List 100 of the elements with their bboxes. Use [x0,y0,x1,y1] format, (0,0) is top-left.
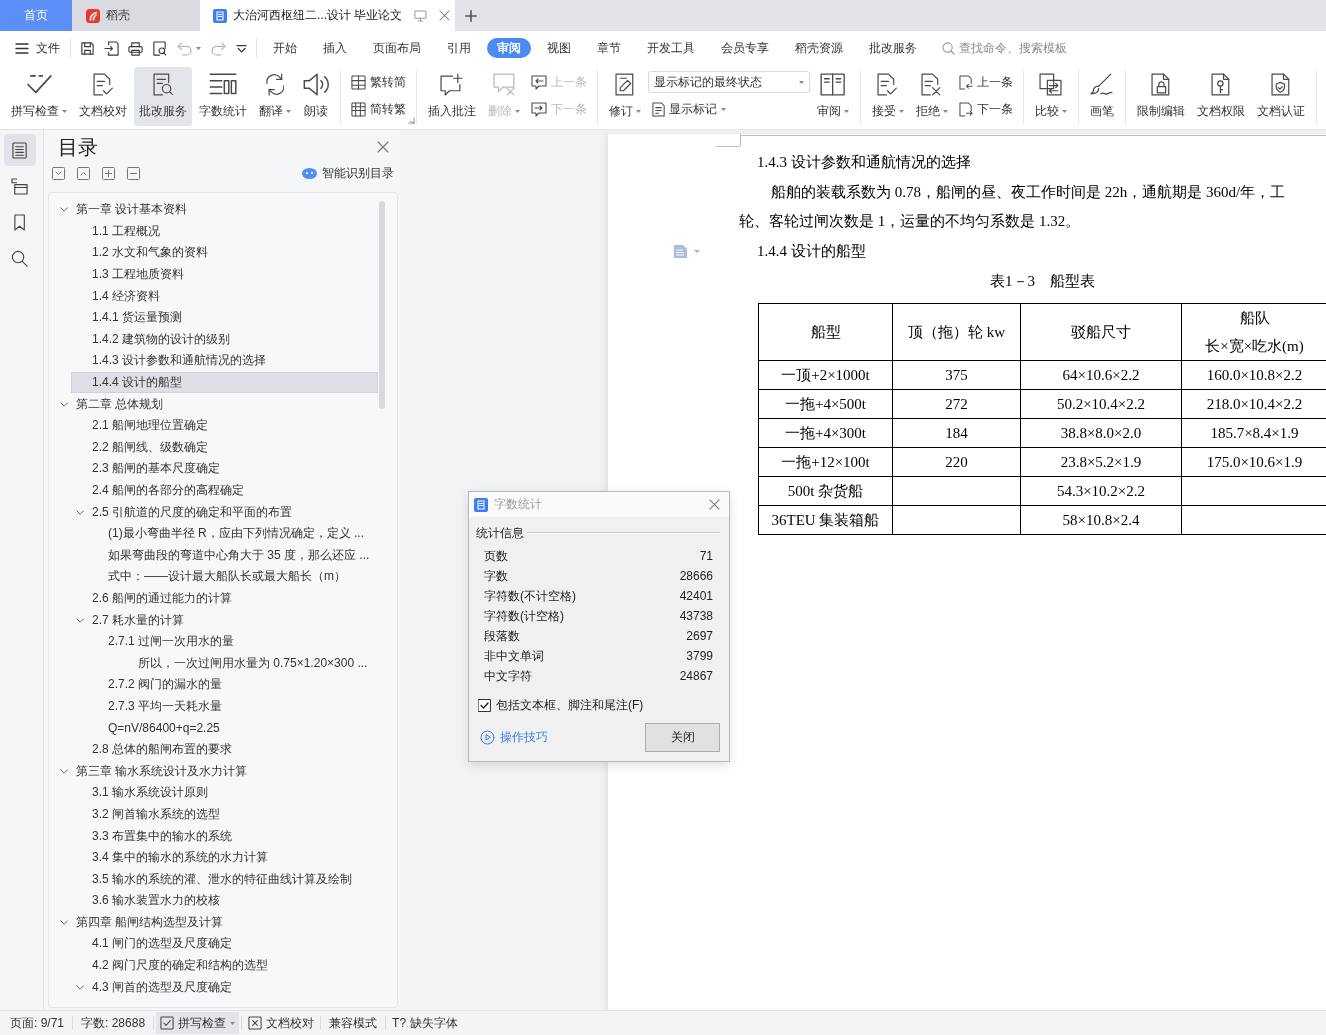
print-icon[interactable] [128,40,143,56]
menu-tab[interactable]: 开发工具 [637,38,706,58]
toolbar-button[interactable]: 画笔 [1084,67,1119,126]
toc-item[interactable]: 2.7.1 过闸一次用水的量 [87,630,378,653]
toolbar-button[interactable]: 字数统计 [194,67,252,126]
toc-item[interactable]: 3.4 集中的输水的系统的水力计算 [71,846,378,869]
menu-tab[interactable]: 页面布局 [363,38,432,58]
toc-item[interactable]: 第三章 输水系统设计及水力计算 [55,760,378,783]
missing-font-button[interactable]: T? 缺失字体 [388,1012,463,1034]
toolbar-button[interactable]: 翻译 [254,67,296,126]
toc-item[interactable]: 所以，一次过闸用水量为 0.75×1.20×300 ... [117,652,378,675]
scrollbar[interactable] [379,201,385,409]
chevron-down-icon[interactable] [59,919,69,925]
close-button[interactable]: 关闭 [645,723,720,752]
chevron-down-icon[interactable] [75,984,85,990]
corner-arrow-icon[interactable] [407,117,415,124]
toc-item[interactable]: 2.1 船闸地理位置确定 [71,414,378,437]
caret-icon[interactable] [635,109,641,113]
toc-item[interactable]: 2.7.3 平均一天耗水量 [87,695,378,718]
chevron-up-square-icon[interactable] [77,166,90,180]
toolbar-button[interactable]: 拼写检查 [6,67,72,126]
toc-item[interactable]: 2.7 耗水量的计算 [71,609,378,631]
status-button[interactable]: 拼写检查 [156,1012,240,1034]
app-tab[interactable]: 稻壳 [72,0,200,31]
chevron-down-icon[interactable] [75,509,85,515]
toolbar-button[interactable]: 下一条 [954,98,1017,120]
file-menu[interactable]: 文件 [15,37,60,59]
save-icon[interactable] [80,40,95,56]
toolbar-button[interactable]: 文档认证 [1251,67,1310,126]
caret-icon[interactable] [843,109,849,113]
sidebar-button[interactable] [3,134,36,166]
toc-item[interactable]: 式中：——设计最大船队长或最大船长（m） [87,566,378,588]
toolbar-button[interactable]: 繁转简 [346,71,410,93]
caret-icon[interactable] [798,80,804,84]
toc-item[interactable]: 第一章 设计基本资料 [55,199,378,221]
toc-item[interactable]: 3.6 输水装置水力的校核 [71,890,378,912]
toc-item[interactable]: (1)最小弯曲半径 R，应由下列情况确定，定义 ... [87,522,378,545]
plus-icon[interactable] [465,9,477,22]
toc-item[interactable]: 1.2 水文和气象的资料 [71,242,378,264]
chevron-down-icon[interactable] [236,43,248,53]
toc-item[interactable]: 3.5 输水的系统的灌、泄水的特征曲线计算及绘制 [71,868,378,890]
toc-item[interactable]: 2.5 引航道的尺度的确定和平面的布置 [71,501,378,523]
toc-item[interactable]: 如果弯曲段的弯道中心角大于 35 度，那么还应 ... [87,544,378,567]
menu-tab[interactable]: 视图 [537,38,582,58]
toc-item[interactable]: 第二章 总体规划 [55,393,378,415]
toolbar-button[interactable]: 显示标记 [647,98,810,120]
toc-item[interactable]: 2.4 船闸的各部分的高程确定 [71,479,378,502]
toolbar-button[interactable]: 审阅 [811,67,854,126]
menu-tab[interactable]: 会员专享 [711,38,780,58]
menu-tab[interactable]: 稻壳资源 [785,38,854,58]
caret-icon[interactable] [720,107,726,111]
checkbox-label[interactable]: 包括文本框、脚注和尾注(F) [496,696,644,714]
close-icon[interactable] [709,499,720,510]
checkbox[interactable] [478,698,491,712]
chevron-down-icon[interactable] [59,207,69,213]
toc-item[interactable]: 1.4.3 设计参数和通航情况的选择 [71,350,378,372]
caret-icon[interactable] [230,1021,236,1025]
caret-icon[interactable] [898,109,904,113]
menu-tab[interactable]: 引用 [437,38,482,58]
toolbar-button[interactable]: 插入批注 [422,67,481,126]
caret-icon[interactable] [286,109,291,113]
dropdown[interactable]: 显示标记的最终状态 [647,71,810,93]
toc-item[interactable]: Q=nV/86400+q=2.25 [87,717,378,739]
caret-icon[interactable] [62,109,67,113]
toc-item[interactable]: 1.1 工程概况 [71,220,378,243]
toc-item[interactable]: 4.3 闸首的选型及尺度确定 [71,976,378,998]
document-search-icon[interactable] [152,40,167,56]
toolbar-button[interactable]: 简转繁 [346,98,410,120]
toc-item[interactable]: 1.4 经济资料 [71,285,378,307]
toc-item[interactable]: 2.7.2 阀门的漏水的量 [87,674,378,696]
smart-toc-button[interactable]: 智能识别目录 [302,164,394,182]
chevron-down-icon[interactable] [75,617,85,623]
toc-item[interactable]: 2.2 船闸线、级数确定 [71,436,378,459]
toolbar-button[interactable]: 文档权限 [1191,67,1250,126]
menu-tab[interactable]: 开始 [263,38,308,58]
toolbar-button[interactable]: 批改服务 [134,67,192,126]
document-tab[interactable]: 大治河西枢纽二...设计 毕业论文 [200,0,455,31]
toc-item[interactable]: 4.1 闸门的选型及尺度确定 [71,933,378,955]
menu-tab[interactable]: 批改服务 [859,38,928,58]
tips-link[interactable]: 操作技巧 [480,729,548,746]
toolbar-button[interactable]: 文档校对 [74,67,132,126]
toc-item[interactable]: 1.4.4 设计的船型 [71,371,378,394]
monitor-icon[interactable] [414,9,428,22]
toc-item[interactable]: 1.3 工程地质资料 [71,263,378,286]
toolbar-button[interactable]: 上一条 [954,71,1017,93]
menu-tab[interactable]: 插入 [313,38,358,58]
toc-item[interactable]: 第四章 船闸结构选型及计算 [55,911,378,934]
toolbar-button[interactable]: 比较 [1029,67,1072,126]
toc-item[interactable]: 2.8 总体的船闸布置的要求 [71,738,378,761]
toolbar-button[interactable]: 接受 [866,67,909,126]
toc-item[interactable]: 1.4.2 建筑物的设计的级别 [71,328,378,351]
toolbar-button[interactable]: 修订 [603,67,646,126]
plus-square-icon[interactable] [102,166,115,180]
caret-icon[interactable] [942,109,948,113]
status-button[interactable]: 文档校对 [244,1012,319,1034]
toc-item[interactable]: 2.6 船闸的通过能力的计算 [71,587,378,610]
toc-item[interactable]: 2.3 船闸的基本尺度确定 [71,458,378,480]
toolbar-button[interactable]: 朗读 [298,67,334,126]
close-icon[interactable] [377,141,389,153]
toc-item[interactable]: 3.1 输水系统设计原则 [71,782,378,804]
